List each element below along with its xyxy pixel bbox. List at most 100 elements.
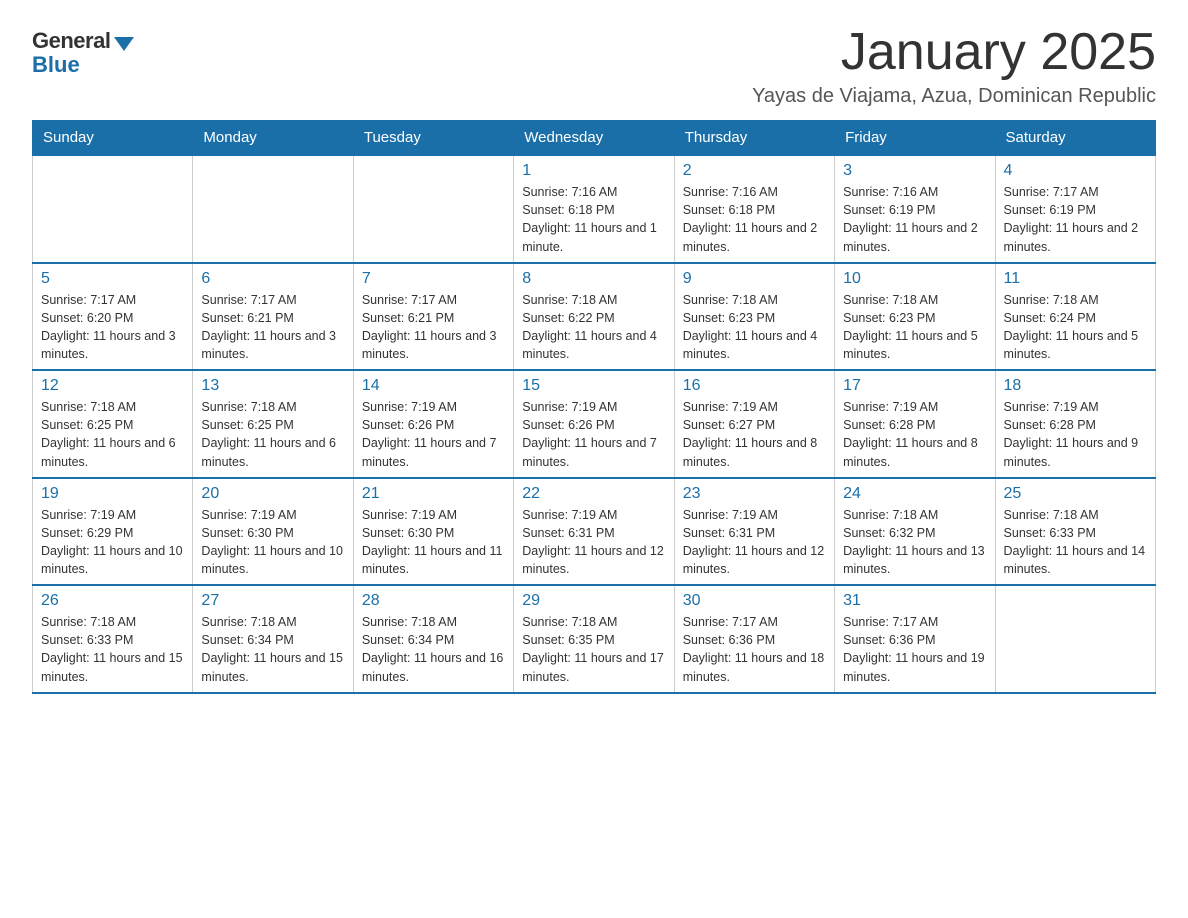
- day-number: 22: [522, 485, 665, 503]
- calendar-day-11: 11 Sunrise: 7:18 AMSunset: 6:24 PMDayligh…: [995, 263, 1155, 371]
- calendar-day-23: 23 Sunrise: 7:19 AMSunset: 6:31 PMDayligh…: [674, 478, 834, 586]
- calendar-day-24: 24 Sunrise: 7:18 AMSunset: 6:32 PMDayligh…: [835, 478, 995, 586]
- page-header: General Blue January 2025 Yayas de Viaja…: [32, 24, 1156, 108]
- day-info: Sunrise: 7:17 AMSunset: 6:36 PMDaylight:…: [683, 613, 826, 686]
- day-number: 14: [362, 377, 505, 395]
- day-info: Sunrise: 7:19 AMSunset: 6:26 PMDaylight:…: [522, 398, 665, 471]
- day-info: Sunrise: 7:18 AMSunset: 6:34 PMDaylight:…: [201, 613, 344, 686]
- day-number: 26: [41, 592, 184, 610]
- calendar-day-8: 8Sunrise: 7:18 AMSunset: 6:22 PMDaylight…: [514, 263, 674, 371]
- calendar-header-row: SundayMondayTuesdayWednesdayThursdayFrid…: [33, 121, 1156, 156]
- month-title: January 2025: [752, 24, 1156, 81]
- day-info: Sunrise: 7:19 AMSunset: 6:28 PMDaylight:…: [843, 398, 986, 471]
- calendar-day-27: 27 Sunrise: 7:18 AMSunset: 6:34 PMDayligh…: [193, 585, 353, 693]
- calendar-day-5: 5 Sunrise: 7:17 AMSunset: 6:20 PMDaylight…: [33, 263, 193, 371]
- calendar-day-17: 17 Sunrise: 7:19 AMSunset: 6:28 PMDayligh…: [835, 370, 995, 478]
- calendar-week-3: 12Sunrise: 7:18 AMSunset: 6:25 PMDayligh…: [33, 370, 1156, 478]
- calendar-day-19: 19 Sunrise: 7:19 AMSunset: 6:29 PMDayligh…: [33, 478, 193, 586]
- calendar-empty-cell: [995, 585, 1155, 693]
- calendar-week-4: 19 Sunrise: 7:19 AMSunset: 6:29 PMDayligh…: [33, 478, 1156, 586]
- day-number: 29: [522, 592, 665, 610]
- day-number: 24: [843, 485, 986, 503]
- calendar-day-30: 30 Sunrise: 7:17 AMSunset: 6:36 PMDayligh…: [674, 585, 834, 693]
- calendar-day-13: 13 Sunrise: 7:18 AMSunset: 6:25 PMDayligh…: [193, 370, 353, 478]
- day-number: 25: [1004, 485, 1147, 503]
- calendar-week-1: 1 Sunrise: 7:16 AMSunset: 6:18 PMDaylight…: [33, 155, 1156, 263]
- day-number: 30: [683, 592, 826, 610]
- day-info: Sunrise: 7:18 AMSunset: 6:25 PMDaylight:…: [201, 398, 344, 471]
- day-number: 15: [522, 377, 665, 395]
- day-number: 1: [522, 162, 665, 180]
- calendar-day-4: 4 Sunrise: 7:17 AMSunset: 6:19 PMDaylight…: [995, 155, 1155, 263]
- calendar-header-thursday: Thursday: [674, 121, 834, 156]
- day-info: Sunrise: 7:18 AMSunset: 6:35 PMDaylight:…: [522, 613, 665, 686]
- day-number: 17: [843, 377, 986, 395]
- calendar-header-monday: Monday: [193, 121, 353, 156]
- calendar-week-2: 5 Sunrise: 7:17 AMSunset: 6:20 PMDaylight…: [33, 263, 1156, 371]
- logo: General Blue: [32, 28, 134, 78]
- calendar-day-26: 26Sunrise: 7:18 AMSunset: 6:33 PMDayligh…: [33, 585, 193, 693]
- day-info: Sunrise: 7:19 AMSunset: 6:31 PMDaylight:…: [522, 506, 665, 579]
- day-info: Sunrise: 7:17 AMSunset: 6:21 PMDaylight:…: [201, 291, 344, 364]
- logo-blue-text: Blue: [32, 52, 80, 78]
- day-number: 21: [362, 485, 505, 503]
- day-number: 6: [201, 270, 344, 288]
- day-number: 10: [843, 270, 986, 288]
- calendar-day-9: 9 Sunrise: 7:18 AMSunset: 6:23 PMDaylight…: [674, 263, 834, 371]
- day-info: Sunrise: 7:16 AMSunset: 6:18 PMDaylight:…: [683, 183, 826, 256]
- day-number: 2: [683, 162, 826, 180]
- calendar-day-25: 25 Sunrise: 7:18 AMSunset: 6:33 PMDayligh…: [995, 478, 1155, 586]
- day-number: 23: [683, 485, 826, 503]
- calendar-day-2: 2 Sunrise: 7:16 AMSunset: 6:18 PMDaylight…: [674, 155, 834, 263]
- day-number: 18: [1004, 377, 1147, 395]
- day-info: Sunrise: 7:17 AMSunset: 6:19 PMDaylight:…: [1004, 183, 1147, 256]
- day-number: 27: [201, 592, 344, 610]
- day-number: 13: [201, 377, 344, 395]
- calendar-day-14: 14Sunrise: 7:19 AMSunset: 6:26 PMDayligh…: [353, 370, 513, 478]
- subtitle: Yayas de Viajama, Azua, Dominican Republ…: [752, 85, 1156, 108]
- day-number: 3: [843, 162, 986, 180]
- calendar-day-28: 28Sunrise: 7:18 AMSunset: 6:34 PMDayligh…: [353, 585, 513, 693]
- calendar-header-saturday: Saturday: [995, 121, 1155, 156]
- day-info: Sunrise: 7:17 AMSunset: 6:20 PMDaylight:…: [41, 291, 184, 364]
- calendar-header-tuesday: Tuesday: [353, 121, 513, 156]
- calendar-empty-cell: [193, 155, 353, 263]
- day-info: Sunrise: 7:19 AMSunset: 6:28 PMDaylight:…: [1004, 398, 1147, 471]
- day-info: Sunrise: 7:18 AMSunset: 6:33 PMDaylight:…: [1004, 506, 1147, 579]
- day-info: Sunrise: 7:19 AMSunset: 6:29 PMDaylight:…: [41, 506, 184, 579]
- calendar-week-5: 26Sunrise: 7:18 AMSunset: 6:33 PMDayligh…: [33, 585, 1156, 693]
- calendar-day-20: 20Sunrise: 7:19 AMSunset: 6:30 PMDayligh…: [193, 478, 353, 586]
- day-info: Sunrise: 7:18 AMSunset: 6:32 PMDaylight:…: [843, 506, 986, 579]
- day-info: Sunrise: 7:16 AMSunset: 6:18 PMDaylight:…: [522, 183, 665, 256]
- day-info: Sunrise: 7:19 AMSunset: 6:31 PMDaylight:…: [683, 506, 826, 579]
- calendar-day-18: 18 Sunrise: 7:19 AMSunset: 6:28 PMDayligh…: [995, 370, 1155, 478]
- day-number: 4: [1004, 162, 1147, 180]
- calendar-header-wednesday: Wednesday: [514, 121, 674, 156]
- day-info: Sunrise: 7:18 AMSunset: 6:22 PMDaylight:…: [522, 291, 665, 364]
- calendar-day-6: 6 Sunrise: 7:17 AMSunset: 6:21 PMDaylight…: [193, 263, 353, 371]
- day-info: Sunrise: 7:16 AMSunset: 6:19 PMDaylight:…: [843, 183, 986, 256]
- calendar-day-22: 22 Sunrise: 7:19 AMSunset: 6:31 PMDayligh…: [514, 478, 674, 586]
- calendar-day-31: 31Sunrise: 7:17 AMSunset: 6:36 PMDayligh…: [835, 585, 995, 693]
- logo-general-text: General: [32, 28, 110, 54]
- calendar-header-sunday: Sunday: [33, 121, 193, 156]
- calendar-header-friday: Friday: [835, 121, 995, 156]
- day-number: 9: [683, 270, 826, 288]
- calendar-day-7: 7Sunrise: 7:17 AMSunset: 6:21 PMDaylight…: [353, 263, 513, 371]
- day-info: Sunrise: 7:17 AMSunset: 6:36 PMDaylight:…: [843, 613, 986, 686]
- day-number: 20: [201, 485, 344, 503]
- day-info: Sunrise: 7:18 AMSunset: 6:23 PMDaylight:…: [683, 291, 826, 364]
- day-number: 11: [1004, 270, 1147, 288]
- logo-arrow-icon: [114, 37, 134, 51]
- calendar-day-10: 10 Sunrise: 7:18 AMSunset: 6:23 PMDayligh…: [835, 263, 995, 371]
- day-info: Sunrise: 7:18 AMSunset: 6:23 PMDaylight:…: [843, 291, 986, 364]
- day-info: Sunrise: 7:19 AMSunset: 6:30 PMDaylight:…: [362, 506, 505, 579]
- calendar-day-29: 29 Sunrise: 7:18 AMSunset: 6:35 PMDayligh…: [514, 585, 674, 693]
- calendar-day-1: 1 Sunrise: 7:16 AMSunset: 6:18 PMDaylight…: [514, 155, 674, 263]
- day-number: 19: [41, 485, 184, 503]
- calendar-day-12: 12Sunrise: 7:18 AMSunset: 6:25 PMDayligh…: [33, 370, 193, 478]
- calendar-table: SundayMondayTuesdayWednesdayThursdayFrid…: [32, 120, 1156, 694]
- day-number: 5: [41, 270, 184, 288]
- day-info: Sunrise: 7:18 AMSunset: 6:24 PMDaylight:…: [1004, 291, 1147, 364]
- day-info: Sunrise: 7:19 AMSunset: 6:27 PMDaylight:…: [683, 398, 826, 471]
